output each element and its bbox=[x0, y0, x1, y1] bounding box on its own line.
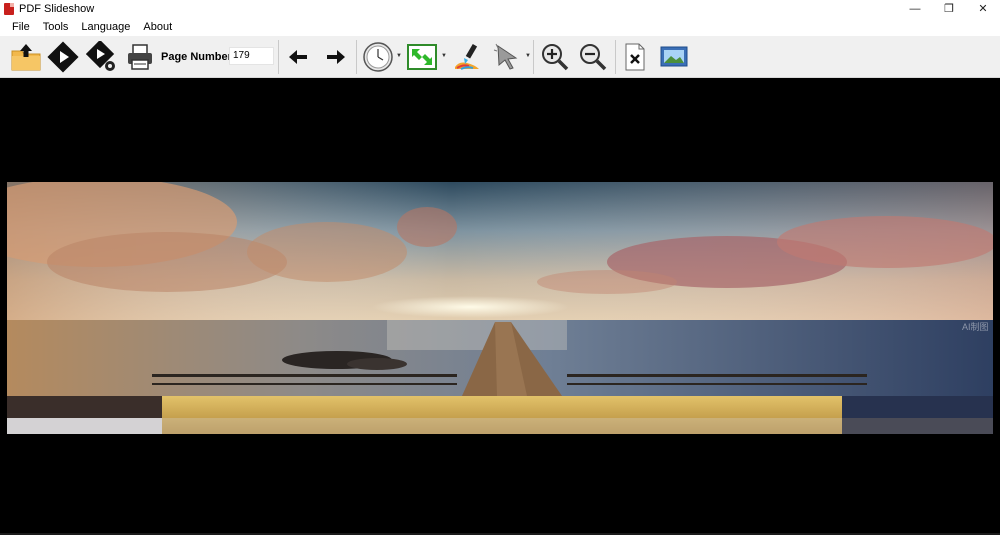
slide-image: AI制图 bbox=[7, 182, 993, 434]
printer-icon bbox=[128, 44, 152, 70]
app-window: PDF Slideshow — ❐ ✕ File Tools Language … bbox=[0, 0, 1000, 535]
next-page-button[interactable] bbox=[322, 40, 350, 74]
fit-screen-button[interactable] bbox=[405, 40, 439, 74]
zoom-out-button[interactable] bbox=[577, 40, 609, 74]
toolbar-separator bbox=[356, 40, 357, 74]
minimize-button[interactable]: — bbox=[898, 0, 932, 17]
page-number-label: Page Number bbox=[161, 51, 232, 63]
slide-viewer: AI制图 bbox=[0, 79, 1000, 535]
menu-bar: File Tools Language About bbox=[0, 17, 1000, 36]
timer-dropdown-arrow[interactable]: ▼ bbox=[396, 53, 402, 59]
toolbar: Page Number 179 ▼ ▼ ▼ bbox=[0, 36, 1000, 78]
zoom-in-icon bbox=[542, 44, 569, 71]
timer-button[interactable] bbox=[361, 40, 395, 74]
title-bar: PDF Slideshow — ❐ ✕ bbox=[0, 0, 1000, 17]
restore-button[interactable]: ❐ bbox=[932, 0, 966, 17]
toolbar-separator bbox=[533, 40, 534, 74]
toolbar-separator bbox=[278, 40, 279, 74]
close-button[interactable]: ✕ bbox=[966, 0, 1000, 17]
play-settings-icon bbox=[86, 41, 115, 71]
slide-watermark: AI制图 bbox=[962, 321, 989, 332]
clock-icon bbox=[363, 42, 393, 72]
print-button[interactable] bbox=[123, 40, 157, 74]
image-view-button[interactable] bbox=[657, 40, 691, 74]
menu-language[interactable]: Language bbox=[75, 21, 136, 33]
play-button[interactable] bbox=[46, 40, 80, 74]
play-icon bbox=[47, 41, 79, 73]
previous-page-button[interactable] bbox=[284, 40, 312, 74]
image-view-icon bbox=[660, 46, 688, 67]
fit-screen-icon bbox=[407, 44, 437, 70]
pointer-icon bbox=[493, 43, 518, 70]
close-document-icon bbox=[625, 43, 645, 71]
arrow-right-icon bbox=[327, 50, 345, 64]
zoom-out-icon bbox=[580, 44, 607, 71]
slideshow-settings-button[interactable] bbox=[85, 40, 119, 74]
close-document-button[interactable] bbox=[620, 40, 650, 74]
menu-file[interactable]: File bbox=[6, 21, 36, 33]
menu-tools[interactable]: Tools bbox=[37, 21, 75, 33]
pointer-button[interactable] bbox=[490, 40, 524, 74]
toolbar-separator bbox=[615, 40, 616, 74]
color-brush-icon bbox=[455, 43, 479, 70]
arrow-left-icon bbox=[289, 50, 307, 64]
open-folder-icon bbox=[11, 44, 41, 71]
window-title: PDF Slideshow bbox=[19, 2, 95, 15]
color-button[interactable] bbox=[450, 40, 484, 74]
app-pdf-icon bbox=[4, 2, 14, 15]
open-button[interactable] bbox=[9, 40, 43, 74]
zoom-in-button[interactable] bbox=[539, 40, 571, 74]
menu-about[interactable]: About bbox=[137, 21, 178, 33]
window-controls: — ❐ ✕ bbox=[898, 0, 1000, 17]
pointer-dropdown-arrow[interactable]: ▼ bbox=[525, 53, 531, 59]
page-number-input[interactable]: 179 bbox=[229, 47, 274, 65]
fit-dropdown-arrow[interactable]: ▼ bbox=[441, 53, 447, 59]
